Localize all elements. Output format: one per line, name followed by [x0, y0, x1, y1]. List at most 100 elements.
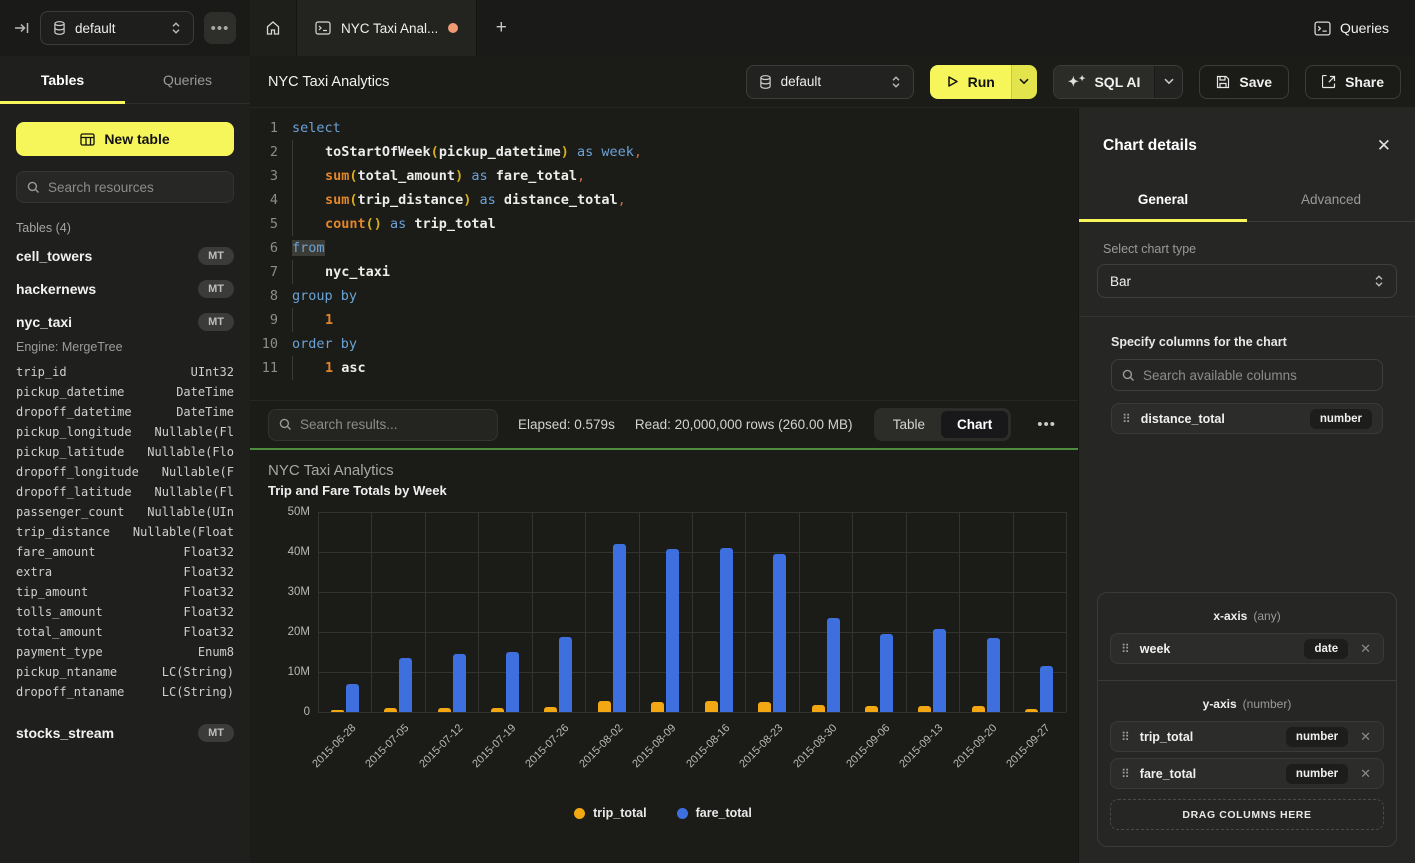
drag-handle-icon[interactable]: ⠿ — [1121, 768, 1130, 780]
table-view-button[interactable]: Table — [877, 411, 941, 438]
table-row[interactable]: nyc_taxiMT — [16, 305, 234, 338]
editor-line: 3sum(total_amount) as fare_total, — [250, 164, 1078, 188]
table-name: nyc_taxi — [16, 314, 72, 330]
bar-fare_total — [453, 654, 466, 712]
tab-advanced[interactable]: Advanced — [1247, 178, 1415, 221]
drag-handle-icon[interactable]: ⠿ — [1122, 413, 1131, 425]
collapse-sidebar-icon[interactable] — [14, 20, 30, 36]
column-type: Float32 — [183, 562, 234, 582]
column-row: pickup_ntanameLC(String) — [16, 662, 234, 682]
top-bar: default ••• NYC Taxi Anal... + Queries — [0, 0, 1415, 56]
chart-view-button[interactable]: Chart — [941, 411, 1008, 438]
chart-subtitle: Trip and Fare Totals by Week — [268, 483, 1058, 498]
tab-title: NYC Taxi Anal... — [341, 21, 438, 36]
new-tab-button[interactable]: + — [477, 0, 525, 56]
query-database-selector[interactable]: default — [746, 65, 914, 99]
share-button[interactable]: Share — [1305, 65, 1401, 99]
sidebar-tab-queries[interactable]: Queries — [125, 56, 250, 103]
drag-handle-icon[interactable]: ⠿ — [1121, 731, 1130, 743]
column-chip[interactable]: ⠿distance_totalnumber — [1111, 403, 1383, 434]
results-more-icon[interactable]: ••• — [1031, 416, 1062, 433]
line-number: 10 — [250, 332, 278, 356]
sidebar-search[interactable] — [16, 171, 234, 203]
x-tick-label: 2015-09-06 — [844, 722, 892, 770]
more-options-icon[interactable]: ••• — [204, 12, 236, 44]
legend-item[interactable]: trip_total — [574, 806, 646, 820]
y-tick-label: 40M — [270, 546, 310, 558]
sidebar-search-input[interactable] — [48, 180, 223, 195]
results-search-input[interactable] — [300, 417, 487, 432]
table-row[interactable]: cell_towersMT — [16, 239, 234, 272]
gridline — [478, 512, 479, 712]
bar-trip_total — [812, 705, 825, 712]
editor-line: 2toStartOfWeek(pickup_datetime) as week, — [250, 140, 1078, 164]
chart-type-selector[interactable]: Bar — [1097, 264, 1397, 298]
sql-ai-button[interactable]: ✦✦ SQL AI — [1054, 66, 1155, 98]
x-tick-label: 2015-08-23 — [737, 722, 785, 770]
remove-chip-icon[interactable]: ✕ — [1358, 766, 1373, 782]
y-tick-label: 20M — [270, 626, 310, 638]
x-tick-label: 2015-08-02 — [577, 722, 625, 770]
line-number: 2 — [250, 140, 278, 164]
y-axis-chips: ⠿trip_totalnumber✕⠿fare_totalnumber✕ — [1110, 721, 1384, 789]
new-table-button[interactable]: New table — [16, 122, 234, 156]
tab-general[interactable]: General — [1079, 178, 1247, 221]
sql-editor[interactable]: 1select2toStartOfWeek(pickup_datetime) a… — [250, 108, 1078, 400]
chart-x-axis: 2015-06-282015-07-052015-07-122015-07-19… — [318, 712, 1066, 804]
y-tick-label: 50M — [270, 506, 310, 518]
column-type: Float32 — [183, 602, 234, 622]
x-tick-label: 2015-08-30 — [791, 722, 839, 770]
remove-chip-icon[interactable]: ✕ — [1358, 729, 1373, 745]
y-tick-label: 10M — [270, 666, 310, 678]
queries-button[interactable]: Queries — [1314, 20, 1389, 36]
column-name: total_amount — [16, 622, 103, 642]
drop-zone[interactable]: DRAG COLUMNS HERE — [1110, 799, 1384, 830]
updown-chevrons-icon — [1374, 274, 1384, 288]
code-line: order by — [292, 332, 357, 356]
bar-trip_total — [705, 701, 718, 712]
sidebar-tab-tables[interactable]: Tables — [0, 56, 125, 103]
column-chip[interactable]: ⠿trip_totalnumber✕ — [1110, 721, 1384, 752]
column-chip[interactable]: ⠿weekdate✕ — [1110, 633, 1384, 664]
database-selector[interactable]: default — [40, 11, 194, 45]
editor-line: 111 asc — [250, 356, 1078, 380]
query-tab-icon — [315, 21, 331, 35]
query-database-value: default — [781, 74, 822, 89]
search-icon — [279, 418, 292, 431]
close-icon[interactable]: ✕ — [1377, 136, 1391, 156]
column-name: trip_distance — [16, 522, 110, 542]
column-chip[interactable]: ⠿fare_totalnumber✕ — [1110, 758, 1384, 789]
gridline — [1066, 512, 1067, 712]
run-button[interactable]: Run — [930, 65, 1011, 99]
save-button[interactable]: Save — [1199, 65, 1289, 99]
table-row[interactable]: stocks_streamMT — [16, 716, 234, 749]
search-icon — [27, 181, 40, 194]
column-name: fare_amount — [16, 542, 95, 562]
sql-ai-options-button[interactable] — [1154, 66, 1182, 98]
columns-search-input[interactable] — [1143, 368, 1372, 383]
column-name: tip_amount — [16, 582, 88, 602]
code-line: 1 — [292, 308, 333, 332]
drag-handle-icon[interactable]: ⠿ — [1121, 643, 1130, 655]
type-badge: number — [1310, 409, 1372, 429]
column-name: passenger_count — [16, 502, 124, 522]
tab-nyc-taxi-analytics[interactable]: NYC Taxi Anal... — [297, 0, 477, 56]
new-table-label: New table — [104, 131, 169, 147]
editor-line: 6from — [250, 236, 1078, 260]
line-number: 11 — [250, 356, 278, 380]
chart-title: NYC Taxi Analytics — [268, 462, 1058, 479]
queries-icon — [1314, 21, 1331, 36]
table-row[interactable]: hackernewsMT — [16, 272, 234, 305]
remove-chip-icon[interactable]: ✕ — [1358, 641, 1373, 657]
axes-config: x-axis(any) ⠿weekdate✕ y-axis(number) ⠿t… — [1097, 592, 1397, 847]
type-badge: number — [1286, 764, 1348, 784]
home-button[interactable] — [250, 0, 297, 56]
chart-area: NYC Taxi Analytics Trip and Fare Totals … — [250, 448, 1078, 863]
columns-search[interactable] — [1111, 359, 1383, 391]
legend-item[interactable]: fare_total — [677, 806, 752, 820]
run-options-button[interactable] — [1011, 65, 1037, 99]
results-search[interactable] — [268, 409, 498, 441]
panel-title: Chart details — [1103, 137, 1197, 155]
column-row: payment_typeEnum8 — [16, 642, 234, 662]
line-number: 3 — [250, 164, 278, 188]
